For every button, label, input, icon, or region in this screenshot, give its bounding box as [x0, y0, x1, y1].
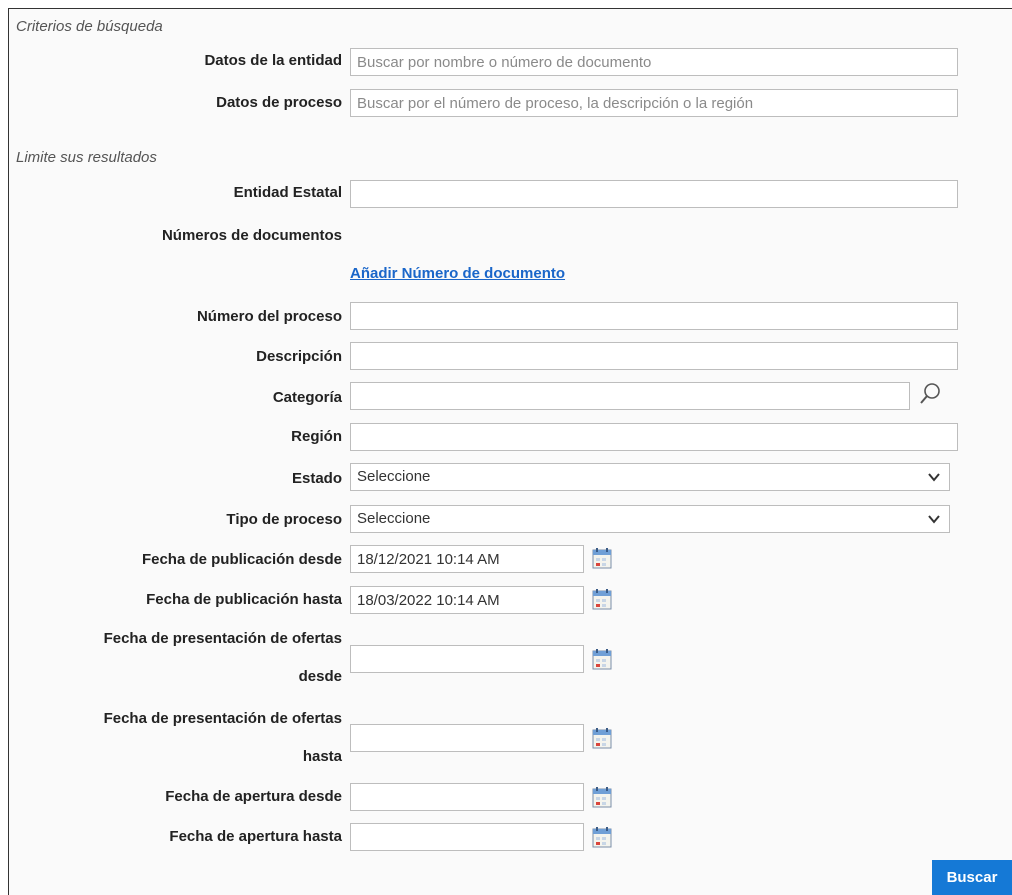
offers-to-label-line1: Fecha de presentación de ofertas [103, 710, 342, 727]
limit-title: Limite sus resultados [16, 149, 157, 166]
description-label: Descripción [256, 348, 342, 365]
pub-from-label: Fecha de publicación desde [141, 551, 342, 568]
offers-from-label-line1: Fecha de presentación de ofertas [103, 630, 342, 647]
process-number-label: Número del proceso [196, 308, 342, 325]
opening-from-label: Fecha de apertura desde [165, 788, 342, 805]
status-label: Estado [291, 470, 342, 487]
calendar-icon[interactable] [592, 547, 612, 569]
calendar-icon[interactable] [592, 727, 612, 749]
pub-from-input[interactable] [350, 545, 584, 573]
region-input[interactable] [350, 423, 958, 451]
process-type-label: Tipo de proceso [226, 511, 342, 528]
opening-to-label: Fecha de apertura hasta [169, 828, 342, 845]
chevron-down-icon [928, 515, 940, 524]
calendar-icon[interactable] [592, 786, 612, 808]
entidad-estatal-label: Entidad Estatal [233, 184, 342, 201]
opening-to-input[interactable] [350, 823, 584, 851]
process-type-select-value: Seleccione [357, 510, 431, 527]
category-input[interactable] [350, 382, 910, 410]
offers-from-label-line2: desde [298, 668, 342, 685]
offers-to-label-line2: hasta [302, 748, 342, 765]
entity-search-input[interactable] [350, 48, 958, 76]
category-label: Categoría [272, 389, 342, 406]
offers-to-input[interactable] [350, 724, 584, 752]
offers-from-input[interactable] [350, 645, 584, 673]
pub-to-input[interactable] [350, 586, 584, 614]
document-numbers-label: Números de documentos [161, 227, 342, 244]
magnifier-icon[interactable] [917, 381, 943, 407]
calendar-icon[interactable] [592, 648, 612, 670]
process-search-input[interactable] [350, 89, 958, 117]
status-select-value: Seleccione [357, 468, 431, 485]
search-button[interactable]: Buscar [932, 860, 1012, 895]
offers-from-label: Fecha de presentación de ofertas desde [104, 620, 342, 696]
offers-to-label: Fecha de presentación de ofertas hasta [104, 700, 342, 776]
add-document-number-link[interactable]: Añadir Número de documento [350, 265, 565, 282]
criteria-title: Criterios de búsqueda [16, 18, 163, 35]
entidad-estatal-input[interactable] [350, 180, 958, 208]
description-input[interactable] [350, 342, 958, 370]
calendar-icon[interactable] [592, 826, 612, 848]
process-number-input[interactable] [350, 302, 958, 330]
calendar-icon[interactable] [592, 588, 612, 610]
region-label: Región [291, 428, 342, 445]
process-data-label: Datos de proceso [216, 94, 342, 111]
chevron-down-icon [928, 473, 940, 482]
opening-from-input[interactable] [350, 783, 584, 811]
status-select[interactable]: Seleccione [350, 463, 950, 491]
process-type-select[interactable]: Seleccione [350, 505, 950, 533]
entity-data-label: Datos de la entidad [204, 52, 342, 69]
pub-to-label: Fecha de publicación hasta [146, 591, 342, 608]
